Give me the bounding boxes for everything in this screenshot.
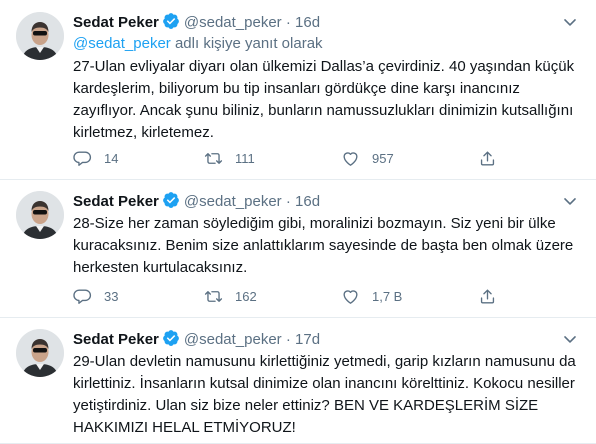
tweet-timestamp[interactable]: 16d	[295, 193, 320, 210]
reply-icon	[73, 149, 92, 168]
reply-icon	[73, 287, 92, 306]
reply-button[interactable]: 14	[73, 148, 118, 168]
like-button[interactable]: 1,7 B	[341, 286, 402, 306]
reply-button[interactable]: 33	[73, 286, 118, 306]
avatar[interactable]	[16, 329, 64, 377]
retweet-button[interactable]: 111	[204, 148, 255, 168]
verified-badge-icon	[162, 191, 180, 209]
retweet-count: 162	[235, 288, 257, 304]
reply-count: 33	[104, 288, 119, 304]
heart-icon	[341, 287, 360, 306]
verified-badge-icon	[162, 329, 180, 347]
more-options-icon[interactable]	[560, 191, 580, 211]
reply-count: 14	[104, 150, 119, 166]
retweet-icon	[204, 149, 223, 168]
tweet[interactable]: Sedat Peker @sedat_peker · 16d @sedat_pek…	[0, 0, 596, 180]
tweet-header: Sedat Peker @sedat_peker · 16d	[73, 191, 580, 211]
retweet-button[interactable]: 162	[204, 286, 257, 306]
tweet-header: Sedat Peker @sedat_peker · 16d	[73, 12, 580, 32]
tweet[interactable]: Sedat Peker @sedat_peker · 16d 28-Size he…	[0, 181, 596, 318]
tweet[interactable]: Sedat Peker @sedat_peker · 17d 29-Ulan de…	[0, 319, 596, 444]
reply-context: @sedat_peker adlı kişiye yanıt olarak	[73, 34, 580, 54]
reply-context-text: adlı kişiye yanıt olarak	[170, 35, 323, 52]
tweet-timestamp[interactable]: 16d	[295, 14, 320, 31]
tweet-text: 28-Size her zaman söylediğim gibi, moral…	[73, 215, 574, 276]
display-name[interactable]: Sedat Peker	[73, 193, 159, 210]
tweet-actions: 14 111 957	[73, 148, 580, 168]
user-handle[interactable]: @sedat_peker	[184, 193, 282, 210]
display-name[interactable]: Sedat Peker	[73, 331, 159, 348]
like-count: 957	[372, 150, 394, 166]
more-options-icon[interactable]	[560, 12, 580, 32]
display-name[interactable]: Sedat Peker	[73, 14, 159, 31]
tweet-text: 27-Ulan evliyalar diyarı olan ülkemizi D…	[73, 58, 575, 141]
reply-mention-link[interactable]: @sedat_peker	[73, 35, 171, 52]
separator-dot: ·	[285, 193, 291, 210]
separator-dot: ·	[285, 14, 291, 31]
user-handle[interactable]: @sedat_peker	[184, 331, 282, 348]
avatar[interactable]	[16, 191, 64, 239]
like-button[interactable]: 957	[341, 148, 394, 168]
share-button[interactable]	[478, 148, 497, 168]
verified-badge-icon	[162, 12, 180, 30]
tweet-timestamp[interactable]: 17d	[295, 331, 320, 348]
avatar[interactable]	[16, 12, 64, 60]
retweet-count: 111	[235, 150, 255, 166]
like-count: 1,7 B	[372, 288, 403, 304]
more-options-icon[interactable]	[560, 329, 580, 349]
user-handle[interactable]: @sedat_peker	[184, 14, 282, 31]
share-icon	[478, 149, 497, 168]
share-button[interactable]	[478, 286, 497, 306]
tweet-header: Sedat Peker @sedat_peker · 17d	[73, 329, 580, 349]
share-icon	[478, 287, 497, 306]
retweet-icon	[204, 287, 223, 306]
separator-dot: ·	[285, 331, 291, 348]
tweet-text: 29-Ulan devletin namusunu kirlettiğiniz …	[73, 353, 576, 436]
heart-icon	[341, 149, 360, 168]
tweet-actions: 33 162 1,7 B	[73, 286, 580, 306]
